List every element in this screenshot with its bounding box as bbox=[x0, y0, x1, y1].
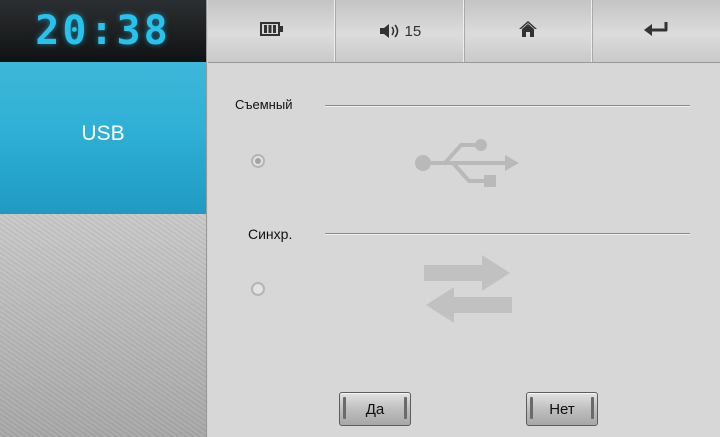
sidebar-tab-usb[interactable]: USB bbox=[0, 62, 206, 214]
no-button-label: Нет bbox=[549, 400, 575, 418]
radio-removable[interactable] bbox=[251, 154, 265, 168]
home-button[interactable] bbox=[465, 0, 593, 62]
volume-icon bbox=[379, 23, 403, 39]
option-removable-label: Съемный bbox=[235, 97, 293, 112]
sync-arrows-icon bbox=[424, 253, 514, 330]
section-divider bbox=[325, 233, 690, 234]
top-toolbar: 15 bbox=[208, 0, 720, 63]
battery-button[interactable] bbox=[208, 0, 337, 62]
back-arrow-icon bbox=[642, 20, 670, 42]
column-divider bbox=[206, 0, 208, 437]
sidebar-tab-label: USB bbox=[81, 122, 125, 145]
back-button[interactable] bbox=[593, 0, 720, 62]
volume-level: 15 bbox=[404, 22, 422, 40]
volume-button[interactable]: 15 bbox=[336, 0, 465, 62]
battery-icon bbox=[259, 22, 284, 40]
section-divider bbox=[325, 105, 690, 106]
home-icon bbox=[518, 20, 538, 42]
radio-sync[interactable] bbox=[251, 282, 265, 296]
yes-button[interactable]: Да bbox=[339, 392, 411, 426]
usb-symbol-icon bbox=[413, 133, 523, 198]
clock-display: 20:38 bbox=[0, 0, 206, 63]
no-button[interactable]: Нет bbox=[526, 392, 598, 426]
yes-button-label: Да bbox=[365, 400, 385, 418]
option-sync-label: Синхр. bbox=[248, 226, 293, 242]
sidebar-background bbox=[0, 214, 206, 437]
